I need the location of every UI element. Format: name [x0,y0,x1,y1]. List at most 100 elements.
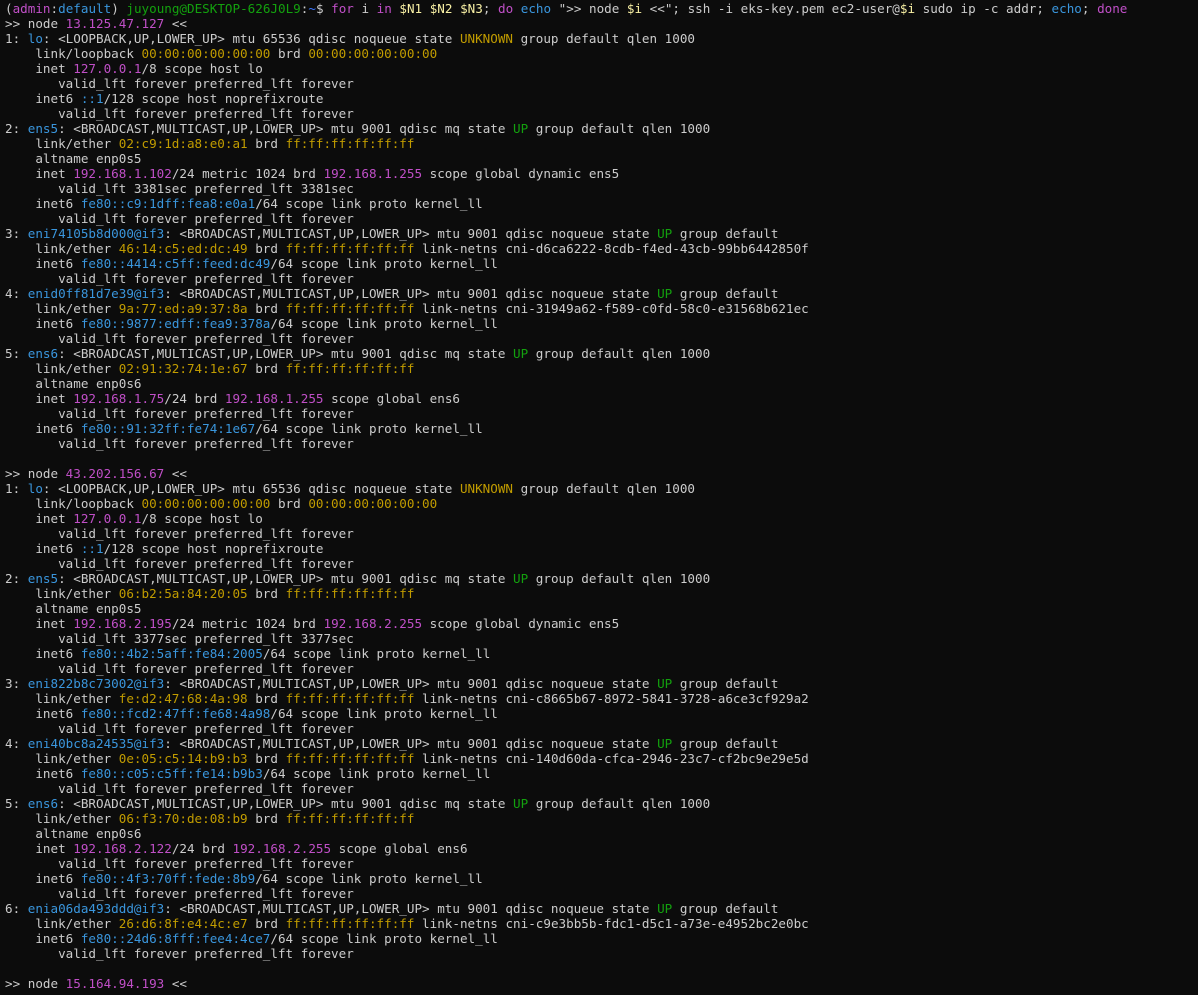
terminal-text: fe80::4b2:5aff:fe84:2005 [80,646,263,661]
output-line: inet6 ::1/128 scope host noprefixroute [5,541,1198,556]
terminal-text: inet6 [5,316,81,331]
terminal-text: scope global ens6 [323,391,460,406]
terminal-text: : <BROADCAST,MULTICAST,UP,LOWER_UP> mtu … [164,286,658,301]
terminal-text: $N3 [460,1,483,16]
terminal-text: 192.168.1.102 [73,166,172,181]
output-line: 5: ens6: <BROADCAST,MULTICAST,UP,LOWER_U… [5,346,1198,361]
terminal-text: for [331,1,354,16]
terminal-text: altname enp0s5 [5,601,142,616]
terminal-text: valid_lft forever preferred_lft forever [5,661,354,676]
terminal-text: valid_lft forever preferred_lft forever [5,76,354,91]
terminal-text: inet [5,511,74,526]
output-line: inet6 ::1/128 scope host noprefixroute [5,91,1198,106]
output-line: inet6 fe80::fcd2:47ff:fe68:4a98/64 scope… [5,706,1198,721]
terminal-text: ::1 [80,541,104,556]
terminal-text: /64 scope link proto kernel_ll [262,766,491,781]
terminal-text: ens6 [27,796,59,811]
terminal-text: UP [657,901,673,916]
terminal-text: valid_lft forever preferred_lft forever [5,946,354,961]
terminal-text: eni40bc8a24535@if3 [27,736,165,751]
terminal-text: 192.168.2.195 [73,616,172,631]
terminal-text: fe:d2:47:68:4a:98 [118,691,248,706]
output-line: valid_lft forever preferred_lft forever [5,721,1198,736]
terminal-text: link-netns cni-c9e3bb5b-fdc1-d5c1-a73e-e… [414,916,809,931]
terminal-text: link/ether [5,751,119,766]
terminal-text: 1: [5,31,28,46]
terminal-text: 06:f3:70:de:08:b9 [118,811,248,826]
terminal-text: fe80::4f3:70ff:fede:8b9 [80,871,256,886]
terminal-text: << [164,976,187,991]
terminal-text: 02:c9:1d:a8:e0:a1 [118,136,248,151]
terminal-text: done [1097,1,1128,16]
output-line: link/ether 0e:05:c5:14:b9:b3 brd ff:ff:f… [5,751,1198,766]
terminal-text: valid_lft forever preferred_lft forever [5,436,354,451]
terminal-text: inet6 [5,931,81,946]
terminal-text: valid_lft forever preferred_lft forever [5,556,354,571]
terminal-text: group default [672,736,779,751]
terminal-text: /8 scope host lo [141,511,263,526]
terminal-text: ff:ff:ff:ff:ff:ff [285,136,415,151]
terminal-text: << [164,466,187,481]
terminal-text: 192.168.2.122 [73,841,172,856]
terminal-text: UP [657,226,673,241]
output-line: 4: eni40bc8a24535@if3: <BROADCAST,MULTIC… [5,736,1198,751]
output-line: valid_lft forever preferred_lft forever [5,436,1198,451]
terminal-text: $N2 [429,1,453,16]
output-line: inet 192.168.1.102/24 metric 1024 brd 19… [5,166,1198,181]
output-line: 6: enia06da493ddd@if3: <BROADCAST,MULTIC… [5,901,1198,916]
terminal-text: /128 scope host noprefixroute [103,541,324,556]
terminal-text: UNKNOWN [459,31,514,46]
terminal-text: 3: [5,226,28,241]
terminal-text: fe80::9877:edff:fea9:378a [80,316,271,331]
output-line: inet 127.0.0.1/8 scope host lo [5,511,1198,526]
terminal-text: : [50,1,59,16]
terminal-text: in [376,1,392,16]
terminal-text: enid0ff81d7e39@if3 [27,286,165,301]
terminal-text: ff:ff:ff:ff:ff:ff [285,751,415,766]
terminal-text: brd [247,301,286,316]
terminal-text: link-netns cni-d6ca6222-8cdb-f4ed-43cb-9… [414,241,809,256]
terminal-text: valid_lft forever preferred_lft forever [5,526,354,541]
terminal-text: UP [657,286,673,301]
terminal-text: inet6 [5,706,81,721]
terminal-text: 00:00:00:00:00:00 [141,46,271,61]
terminal-text: inet6 [5,421,81,436]
output-line: valid_lft forever preferred_lft forever [5,946,1198,961]
terminal-text: >> node [5,976,66,991]
output-line: link/loopback 00:00:00:00:00:00 brd 00:0… [5,496,1198,511]
terminal-text: link/ether [5,916,119,931]
terminal-text: 3: [5,676,28,691]
terminal-text: do [497,1,514,16]
output-line: inet 192.168.2.195/24 metric 1024 brd 19… [5,616,1198,631]
terminal-window[interactable]: (admin:default) juyoung@DESKTOP-626J0L9:… [0,0,1198,995]
terminal-text: enia06da493ddd@if3 [27,901,165,916]
terminal-text: : <BROADCAST,MULTICAST,UP,LOWER_UP> mtu … [164,736,658,751]
terminal-text: $i [626,1,643,16]
output-line: valid_lft forever preferred_lft forever [5,331,1198,346]
terminal-text: brd [247,691,286,706]
terminal-text: link-netns cni-31949a62-f589-c0fd-58c0-e… [414,301,809,316]
terminal-text: 127.0.0.1 [73,61,142,76]
output-line: link/ether fe:d2:47:68:4a:98 brd ff:ff:f… [5,691,1198,706]
terminal-text: 192.168.1.255 [224,391,324,406]
output-line: 3: eni74105b8d000@if3: <BROADCAST,MULTIC… [5,226,1198,241]
terminal-text: valid_lft forever preferred_lft forever [5,856,354,871]
terminal-text: 4: [5,286,28,301]
terminal-text: /64 scope link proto kernel_ll [262,646,491,661]
terminal-text: i [353,1,377,16]
terminal-text: /8 scope host lo [141,61,263,76]
terminal-text: ens6 [27,346,59,361]
output-line: link/ether 02:91:32:74:1e:67 brd ff:ff:f… [5,361,1198,376]
output-line: 1: lo: <LOOPBACK,UP,LOWER_UP> mtu 65536 … [5,481,1198,496]
terminal-text: group default [672,286,779,301]
terminal-text: admin [12,1,51,16]
terminal-text: $ [315,1,332,16]
terminal-text: group default [672,226,779,241]
terminal-text: /64 scope link proto kernel_ll [270,706,498,721]
terminal-text: ff:ff:ff:ff:ff:ff [285,916,415,931]
terminal-text: ::1 [80,91,104,106]
terminal-text: fe80::91:32ff:fe74:1e67 [80,421,256,436]
output-line: link/ether 46:14:c5:ed:dc:49 brd ff:ff:f… [5,241,1198,256]
output-line: inet6 fe80::c05:c5ff:fe14:b9b3/64 scope … [5,766,1198,781]
